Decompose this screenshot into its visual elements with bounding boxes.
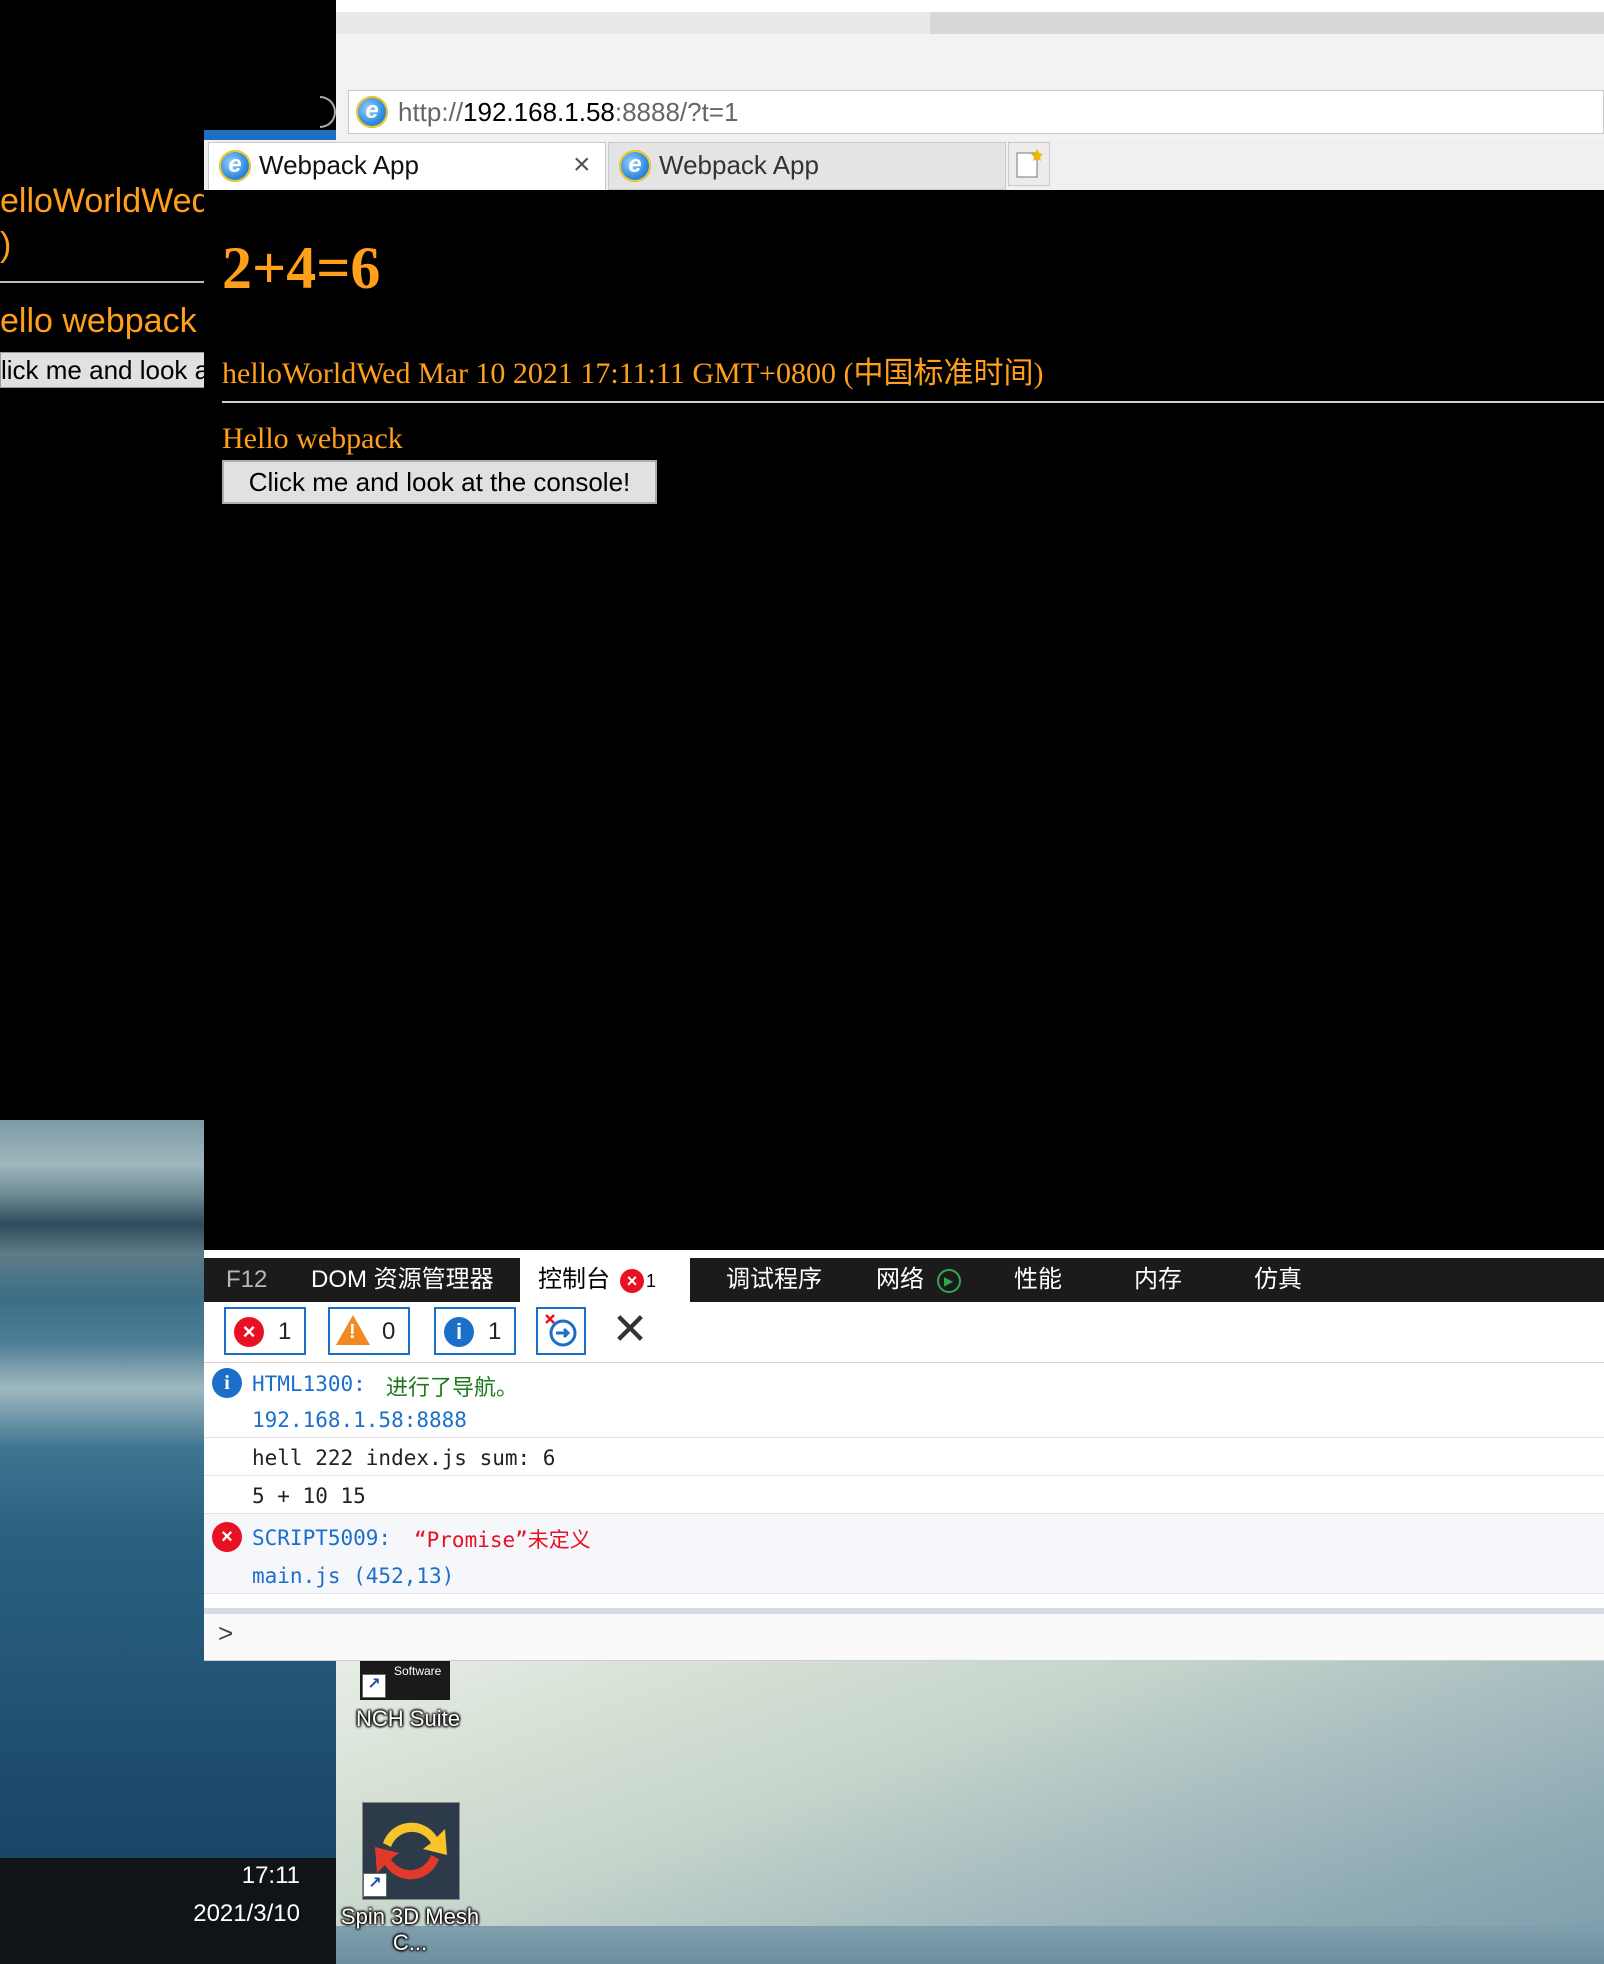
console-prompt-icon: > bbox=[218, 1618, 234, 1648]
desktop-icon-label-spin[interactable]: Spin 3D Mesh C... bbox=[330, 1904, 490, 1956]
desktop-icon-label-nch[interactable]: NCH Suite bbox=[328, 1706, 488, 1732]
back-button[interactable] bbox=[320, 96, 336, 128]
info-icon: i bbox=[212, 1368, 242, 1398]
url-prefix: http:// bbox=[398, 97, 464, 127]
tab-console-label: 控制台 bbox=[538, 1266, 610, 1293]
address-url[interactable]: http://192.168.1.58:8888/?t=1 bbox=[398, 97, 738, 128]
ie-tab-icon: e bbox=[619, 150, 651, 182]
clear-on-navigate-toggle[interactable] bbox=[536, 1307, 586, 1355]
tab-console[interactable]: 控制台 × 1 bbox=[520, 1258, 690, 1302]
ie-tab-icon: e bbox=[219, 150, 251, 182]
tab-label: Webpack App bbox=[259, 150, 419, 180]
tab-emulation[interactable]: 仿真 bbox=[1254, 1258, 1302, 1302]
message-code: HTML1300: bbox=[252, 1372, 366, 1396]
nch-suite-icon[interactable]: Software ↗ bbox=[360, 1660, 450, 1700]
devtools-splitter[interactable] bbox=[204, 1250, 1604, 1258]
console-message-log: 5 + 10 15 bbox=[204, 1476, 1604, 1514]
console-error-badge-count: 1 bbox=[646, 1271, 657, 1291]
tab-network-label: 网络 bbox=[876, 1266, 924, 1293]
page-hello-text: Hello webpack bbox=[222, 422, 403, 455]
ie-page-icon: e bbox=[356, 96, 388, 128]
devtools-f12-label: F12 bbox=[226, 1266, 268, 1293]
console-button[interactable]: Click me and look at the console! bbox=[222, 460, 657, 504]
message-text: 5 + 10 15 bbox=[252, 1484, 366, 1508]
tab-dom-explorer[interactable]: DOM 资源管理器 bbox=[311, 1258, 494, 1302]
spin-label-text: Spin 3D Mesh C... bbox=[340, 1904, 480, 1955]
bg-window-hello: ello webpack bbox=[0, 302, 197, 340]
new-tab-icon bbox=[1016, 149, 1043, 178]
message-source-link[interactable]: 192.168.1.58:8888 bbox=[252, 1408, 467, 1432]
warning-count: 0 bbox=[382, 1318, 396, 1345]
bg-window-console-button[interactable]: lick me and look a bbox=[0, 352, 212, 388]
error-icon: × bbox=[234, 1317, 264, 1347]
tab-memory[interactable]: 内存 bbox=[1134, 1258, 1182, 1302]
console-input[interactable] bbox=[204, 1614, 1604, 1661]
url-suffix: :8888/?t=1 bbox=[614, 97, 739, 127]
new-tab-button[interactable] bbox=[1008, 142, 1050, 186]
other-window-titlebar bbox=[336, 0, 1604, 12]
other-window-toolbar-right bbox=[930, 12, 1604, 34]
taskbar-clock-date[interactable]: 2021/3/10 bbox=[0, 1900, 300, 1928]
filter-errors-button[interactable]: × 1 bbox=[224, 1307, 306, 1355]
error-badge-icon: × bbox=[620, 1268, 644, 1293]
tab-network[interactable]: 网络 ▶ bbox=[876, 1258, 961, 1302]
desktop-wallpaper-bottom bbox=[336, 1926, 1604, 1964]
error-count: 1 bbox=[278, 1318, 292, 1345]
message-code: SCRIPT5009: bbox=[252, 1526, 392, 1550]
message-text: hell 222 index.js sum: 6 bbox=[252, 1446, 556, 1470]
info-icon: i bbox=[444, 1317, 474, 1347]
tab-debugger[interactable]: 调试程序 bbox=[726, 1258, 822, 1302]
shortcut-arrow-icon: ↗ bbox=[362, 1674, 386, 1698]
page-heading: 2+4=6 bbox=[222, 235, 381, 301]
console-toolbar bbox=[204, 1302, 1604, 1362]
message-text: “Promise”未定义 bbox=[414, 1528, 591, 1552]
console-message-error: × SCRIPT5009: “Promise”未定义 main.js (452,… bbox=[204, 1514, 1604, 1594]
page-date-line: helloWorldWed Mar 10 2021 17:11:11 GMT+0… bbox=[222, 357, 1044, 390]
tab-performance[interactable]: 性能 bbox=[1014, 1258, 1062, 1302]
bg-window-divider bbox=[0, 281, 204, 283]
tab-webpack-app-2[interactable]: e Webpack App bbox=[608, 142, 1006, 190]
filter-warnings-button[interactable]: ! 0 bbox=[328, 1307, 410, 1355]
shortcut-arrow-icon: ↗ bbox=[363, 1873, 387, 1897]
tab-close-icon[interactable]: × bbox=[573, 143, 591, 187]
spin-3d-icon[interactable]: ↗ bbox=[362, 1802, 460, 1900]
nch-badge-text: Software bbox=[394, 1664, 442, 1678]
error-icon: × bbox=[212, 1522, 242, 1552]
filter-info-button[interactable]: i 1 bbox=[434, 1307, 516, 1355]
url-host: 192.168.1.58 bbox=[463, 97, 615, 127]
clear-console-icon[interactable]: ✕ bbox=[608, 1305, 652, 1355]
message-source-link[interactable]: main.js (452,13) bbox=[252, 1564, 454, 1588]
console-message-info: i HTML1300: 进行了导航。 192.168.1.58:8888 bbox=[204, 1362, 1604, 1438]
message-text: 进行了导航。 bbox=[386, 1376, 519, 1401]
taskbar-clock-time[interactable]: 17:11 bbox=[0, 1862, 300, 1890]
record-icon: ▶ bbox=[936, 1268, 961, 1293]
tab-webpack-app-1[interactable]: e Webpack App × bbox=[208, 142, 606, 190]
console-message-log: hell 222 index.js sum: 6 bbox=[204, 1438, 1604, 1476]
tab-label: Webpack App bbox=[659, 150, 819, 180]
desktop-wallpaper-right bbox=[336, 1658, 1604, 1964]
console-error-badge: × 1 bbox=[620, 1258, 656, 1303]
page-divider bbox=[222, 401, 1604, 403]
clear-on-navigate-icon bbox=[545, 1314, 577, 1347]
bg-window-date-line-2: ) bbox=[0, 226, 12, 264]
info-count: 1 bbox=[488, 1318, 502, 1345]
bg-window-date-line: elloWorldWed bbox=[0, 182, 211, 220]
warning-mark: ! bbox=[349, 1321, 356, 1343]
